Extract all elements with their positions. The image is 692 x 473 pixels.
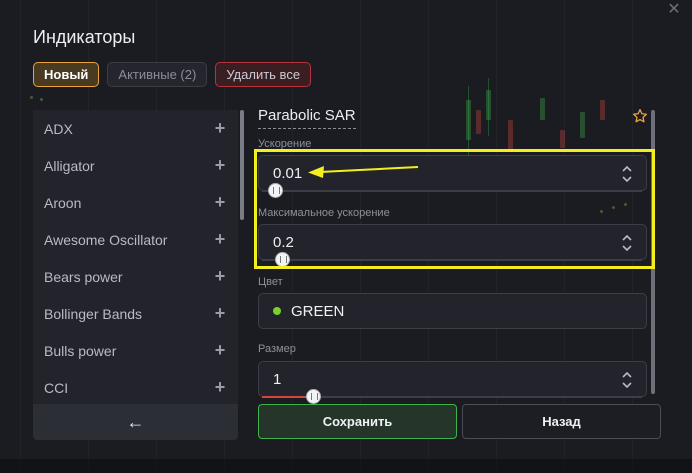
acceleration-slider-thumb[interactable]	[268, 183, 283, 198]
list-item[interactable]: Bulls power +	[33, 332, 238, 369]
list-scrollbar[interactable]	[240, 110, 244, 220]
panel-scrollbar[interactable]	[651, 110, 655, 394]
plus-icon[interactable]: +	[213, 266, 227, 287]
color-select[interactable]: GREEN	[258, 293, 647, 329]
list-item[interactable]: Alligator +	[33, 147, 238, 184]
indicator-list: ADX + Alligator + Aroon + Awesome Oscill…	[33, 110, 238, 404]
plus-icon[interactable]: +	[213, 118, 227, 139]
delete-all-button[interactable]: Удалить все	[215, 62, 312, 87]
size-value: 1	[273, 370, 282, 388]
acceleration-value: 0.01	[273, 164, 303, 182]
plus-icon[interactable]: +	[213, 303, 227, 324]
list-item-label: CCI	[44, 379, 69, 396]
max-acceleration-slider-thumb[interactable]	[275, 252, 290, 267]
color-swatch	[273, 307, 281, 315]
list-item-label: Bears power	[44, 268, 123, 285]
plus-icon[interactable]: +	[213, 155, 227, 176]
tab-bar: Новый Активные (2) Удалить все	[33, 62, 312, 87]
arrow-left-icon: ←	[126, 411, 145, 432]
size-slider-fill	[262, 396, 308, 398]
size-slider-thumb[interactable]	[306, 389, 321, 404]
list-item-label: Awesome Oscillator	[44, 231, 168, 248]
color-value: GREEN	[291, 302, 345, 320]
max-acceleration-slider-track[interactable]	[262, 259, 642, 261]
list-item-label: Alligator	[44, 157, 95, 174]
list-item-label: ADX	[44, 120, 73, 137]
list-item[interactable]: Bears power +	[33, 258, 238, 295]
list-item-label: Aroon	[44, 194, 82, 211]
list-item-label: Bollinger Bands	[44, 305, 143, 322]
star-icon[interactable]	[632, 108, 648, 124]
tab-new[interactable]: Новый	[33, 62, 100, 87]
list-item-label: Bulls power	[44, 342, 117, 359]
list-item[interactable]: CCI +	[33, 369, 238, 404]
stepper-icon[interactable]	[622, 165, 632, 183]
max-acceleration-input[interactable]: 0.2	[258, 224, 647, 260]
plus-icon[interactable]: +	[213, 229, 227, 250]
acceleration-slider-track[interactable]	[262, 190, 642, 192]
list-item[interactable]: ADX +	[33, 110, 238, 147]
plus-icon[interactable]: +	[213, 377, 227, 398]
close-icon[interactable]: ✕	[666, 2, 682, 18]
save-button[interactable]: Сохранить	[258, 404, 457, 439]
max-acceleration-label: Максимальное ускорение	[258, 207, 390, 219]
color-label: Цвет	[258, 276, 283, 288]
stepper-icon[interactable]	[622, 371, 632, 389]
indicator-title: Parabolic SAR	[258, 107, 356, 129]
stepper-icon[interactable]	[622, 234, 632, 252]
back-button[interactable]: ←	[33, 404, 238, 440]
acceleration-label: Ускорение	[258, 138, 312, 150]
acceleration-input[interactable]: 0.01	[258, 155, 647, 191]
list-item[interactable]: Awesome Oscillator +	[33, 221, 238, 258]
tab-active[interactable]: Активные (2)	[107, 62, 208, 87]
max-acceleration-value: 0.2	[273, 233, 294, 251]
list-item[interactable]: Aroon +	[33, 184, 238, 221]
plus-icon[interactable]: +	[213, 340, 227, 361]
back-cancel-button[interactable]: Назад	[462, 404, 661, 439]
plus-icon[interactable]: +	[213, 192, 227, 213]
list-item[interactable]: Bollinger Bands +	[33, 295, 238, 332]
size-label: Размер	[258, 343, 296, 355]
dialog-title: Индикаторы	[33, 27, 136, 47]
